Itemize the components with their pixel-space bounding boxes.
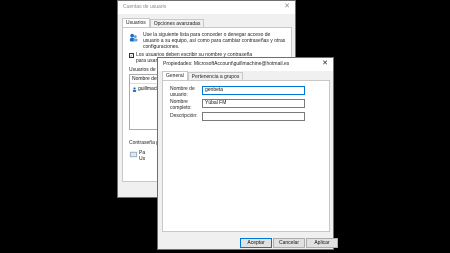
username-field[interactable]: genbeta [202,86,305,95]
info-text: Use la siguiente lista para conceder o d… [143,32,286,50]
cancel-button[interactable]: Cancelar [273,238,305,248]
users-icon [129,33,138,42]
password-icon [129,151,138,158]
close-icon[interactable]: ✕ [284,2,290,12]
require-password-checkbox[interactable]: ✓ [129,53,134,58]
dialog-title: Propiedades: MicrosoftAccount\guillmachi… [163,61,290,67]
window-title: Cuentas de usuario [123,4,167,10]
description-label: Descripción: [170,113,198,119]
tab-advanced-options[interactable]: Opciones avanzadas [149,19,205,27]
username-label: Nombre de usuario: [170,86,195,98]
apply-button[interactable]: Aplicar [306,238,338,248]
general-panel: Nombre de usuario: genbeta Nombre comple… [162,80,330,232]
fullname-label: Nombre completo: [170,99,192,111]
tab-group-membership[interactable]: Pertenencia a grupos [187,72,244,80]
close-icon[interactable]: ✕ [322,59,328,69]
properties-dialog: Propiedades: MicrosoftAccount\guillmachi… [157,57,338,250]
accept-button[interactable]: Aceptar [240,238,272,248]
fullname-field[interactable]: Yúbal FM [202,99,305,108]
user-icon [132,86,137,92]
tab-bar: General Pertenencia a grupos [162,71,244,80]
title-bar: Propiedades: MicrosoftAccount\guillmachi… [158,58,333,71]
tab-bar: Usuarios Opciones avanzadas [122,18,205,27]
tab-users[interactable]: Usuarios [122,18,150,27]
tab-general[interactable]: General [162,71,188,80]
description-field[interactable] [202,112,305,121]
title-bar: Cuentas de usuario ✕ [118,1,295,14]
password-line: Us [139,156,146,162]
